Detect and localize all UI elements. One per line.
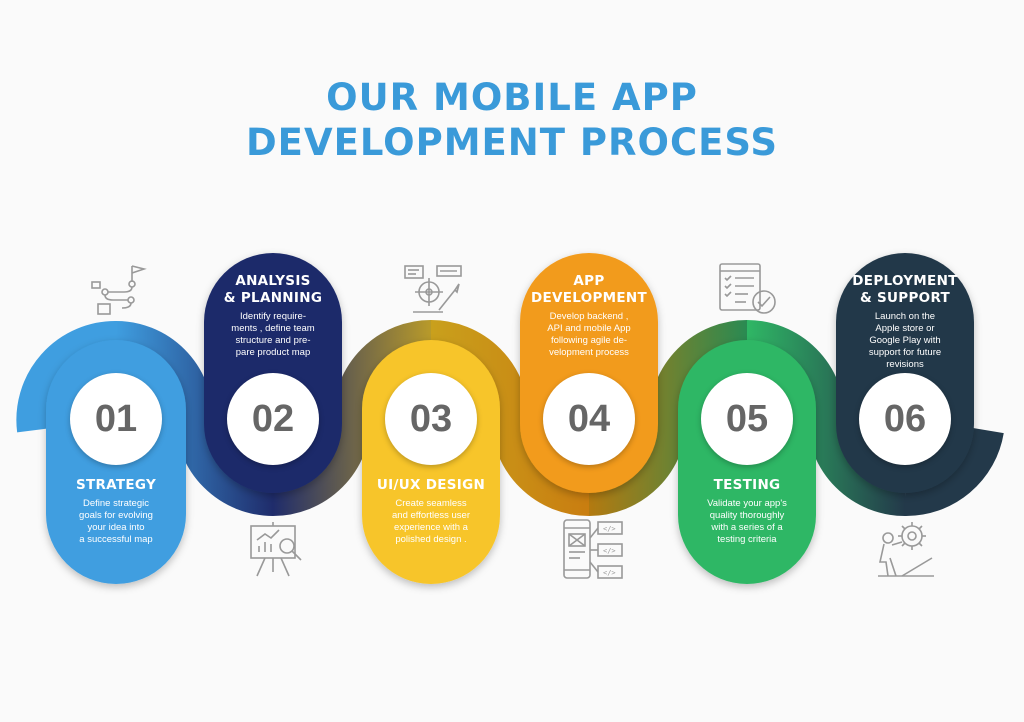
step-3-heading: UI/UX DESIGN (376, 477, 486, 493)
step-6-description: Launch on the Apple store or Google Play… (868, 311, 942, 370)
step-1-heading: STRATEGY (75, 477, 157, 493)
step-5-description: Validate your app's quality thoroughly w… (707, 498, 787, 545)
step-4-description: Develop backend , API and mobile App fol… (547, 311, 631, 358)
svg-text:</>: </> (603, 569, 616, 577)
svg-text:</>: </> (603, 525, 616, 533)
step-3-text: UI/UX DESIGN Create seamless and effortl… (362, 477, 500, 546)
step-5-text: TESTING Validate your app's quality thor… (680, 477, 814, 546)
step-2-text: ANALYSIS & PLANNING Identify require- me… (206, 273, 340, 359)
step-2-number: 02 (227, 373, 319, 465)
svg-text:</>: </> (603, 547, 616, 555)
code-modules-icon: </> </> </> (563, 519, 623, 579)
step-4-heading: APP DEVELOPMENT (530, 273, 648, 306)
step-4-text: APP DEVELOPMENT Develop backend , API an… (522, 273, 656, 359)
step-4-number: 04 (543, 373, 635, 465)
step-6-number: 06 (859, 373, 951, 465)
design-tools-icon (404, 265, 462, 313)
step-5-number: 05 (701, 373, 793, 465)
step-2-heading: ANALYSIS & PLANNING (223, 273, 323, 306)
roadmap-icon (91, 265, 147, 315)
step-3-description: Create seamless and effortless user expe… (392, 498, 470, 545)
step-6-text: DEPLOYMENT & SUPPORT Launch on the Apple… (838, 273, 972, 371)
step-3-number: 03 (385, 373, 477, 465)
step-1-description: Define strategic goals for evolving your… (79, 498, 153, 545)
step-2-description: Identify require- ments , define team st… (231, 311, 315, 358)
step-1-number: 01 (70, 373, 162, 465)
step-5-heading: TESTING (713, 477, 781, 493)
step-1-text: STRATEGY Define strategic goals for evol… (48, 477, 184, 546)
analytics-board-icon (250, 522, 302, 577)
checklist-icon (719, 263, 776, 314)
step-6-heading: DEPLOYMENT & SUPPORT (852, 273, 958, 306)
support-gear-icon (878, 522, 934, 577)
